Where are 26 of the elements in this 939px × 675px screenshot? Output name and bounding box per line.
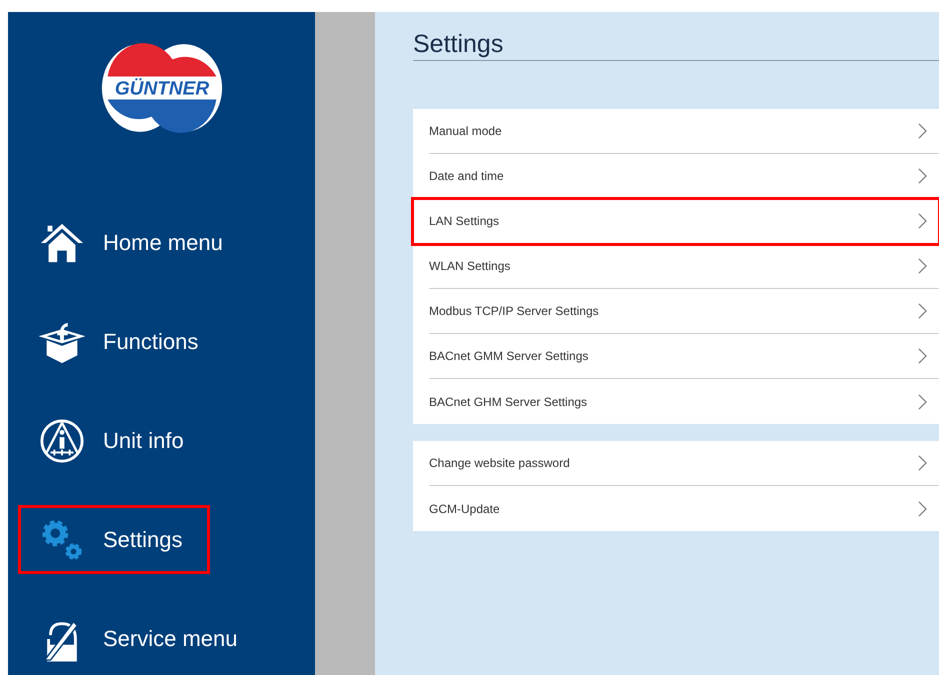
chevron-icon: [918, 303, 927, 319]
nav-item[interactable]: Functions: [18, 307, 210, 376]
chevron-icon: [918, 348, 927, 364]
nav-item[interactable]: Home menu: [18, 208, 226, 277]
chevron-icon: [918, 394, 927, 410]
settings-row[interactable]: BACnet GMM Server Settings: [429, 334, 939, 379]
nav-item[interactable]: Settings: [18, 505, 210, 574]
chevron-icon: [918, 455, 927, 471]
settings-row[interactable]: Modbus TCP/IP Server Settings: [429, 289, 939, 334]
chevron-icon: [918, 213, 927, 229]
chevron-icon: [918, 168, 927, 184]
page-title: Settings: [413, 30, 939, 61]
info-icon: [39, 418, 85, 464]
nav-item[interactable]: Unit info: [18, 406, 210, 475]
logo: GÜNTNER: [100, 40, 224, 136]
settings-row[interactable]: WLAN Settings: [429, 244, 939, 289]
nav-item[interactable]: Service menu: [18, 604, 241, 673]
settings-row[interactable]: GCM-Update: [429, 486, 939, 531]
settings-row[interactable]: BACnet GHM Server Settings: [429, 379, 939, 424]
settings-row[interactable]: Date and time: [429, 154, 939, 199]
chevron-icon: [918, 500, 927, 516]
settings-row[interactable]: LAN Settings: [413, 199, 939, 244]
chevron-icon: [918, 123, 927, 139]
chevron-icon: [918, 258, 927, 274]
settings-row[interactable]: Manual mode: [429, 109, 939, 154]
settings-row[interactable]: Change website password: [429, 441, 939, 486]
